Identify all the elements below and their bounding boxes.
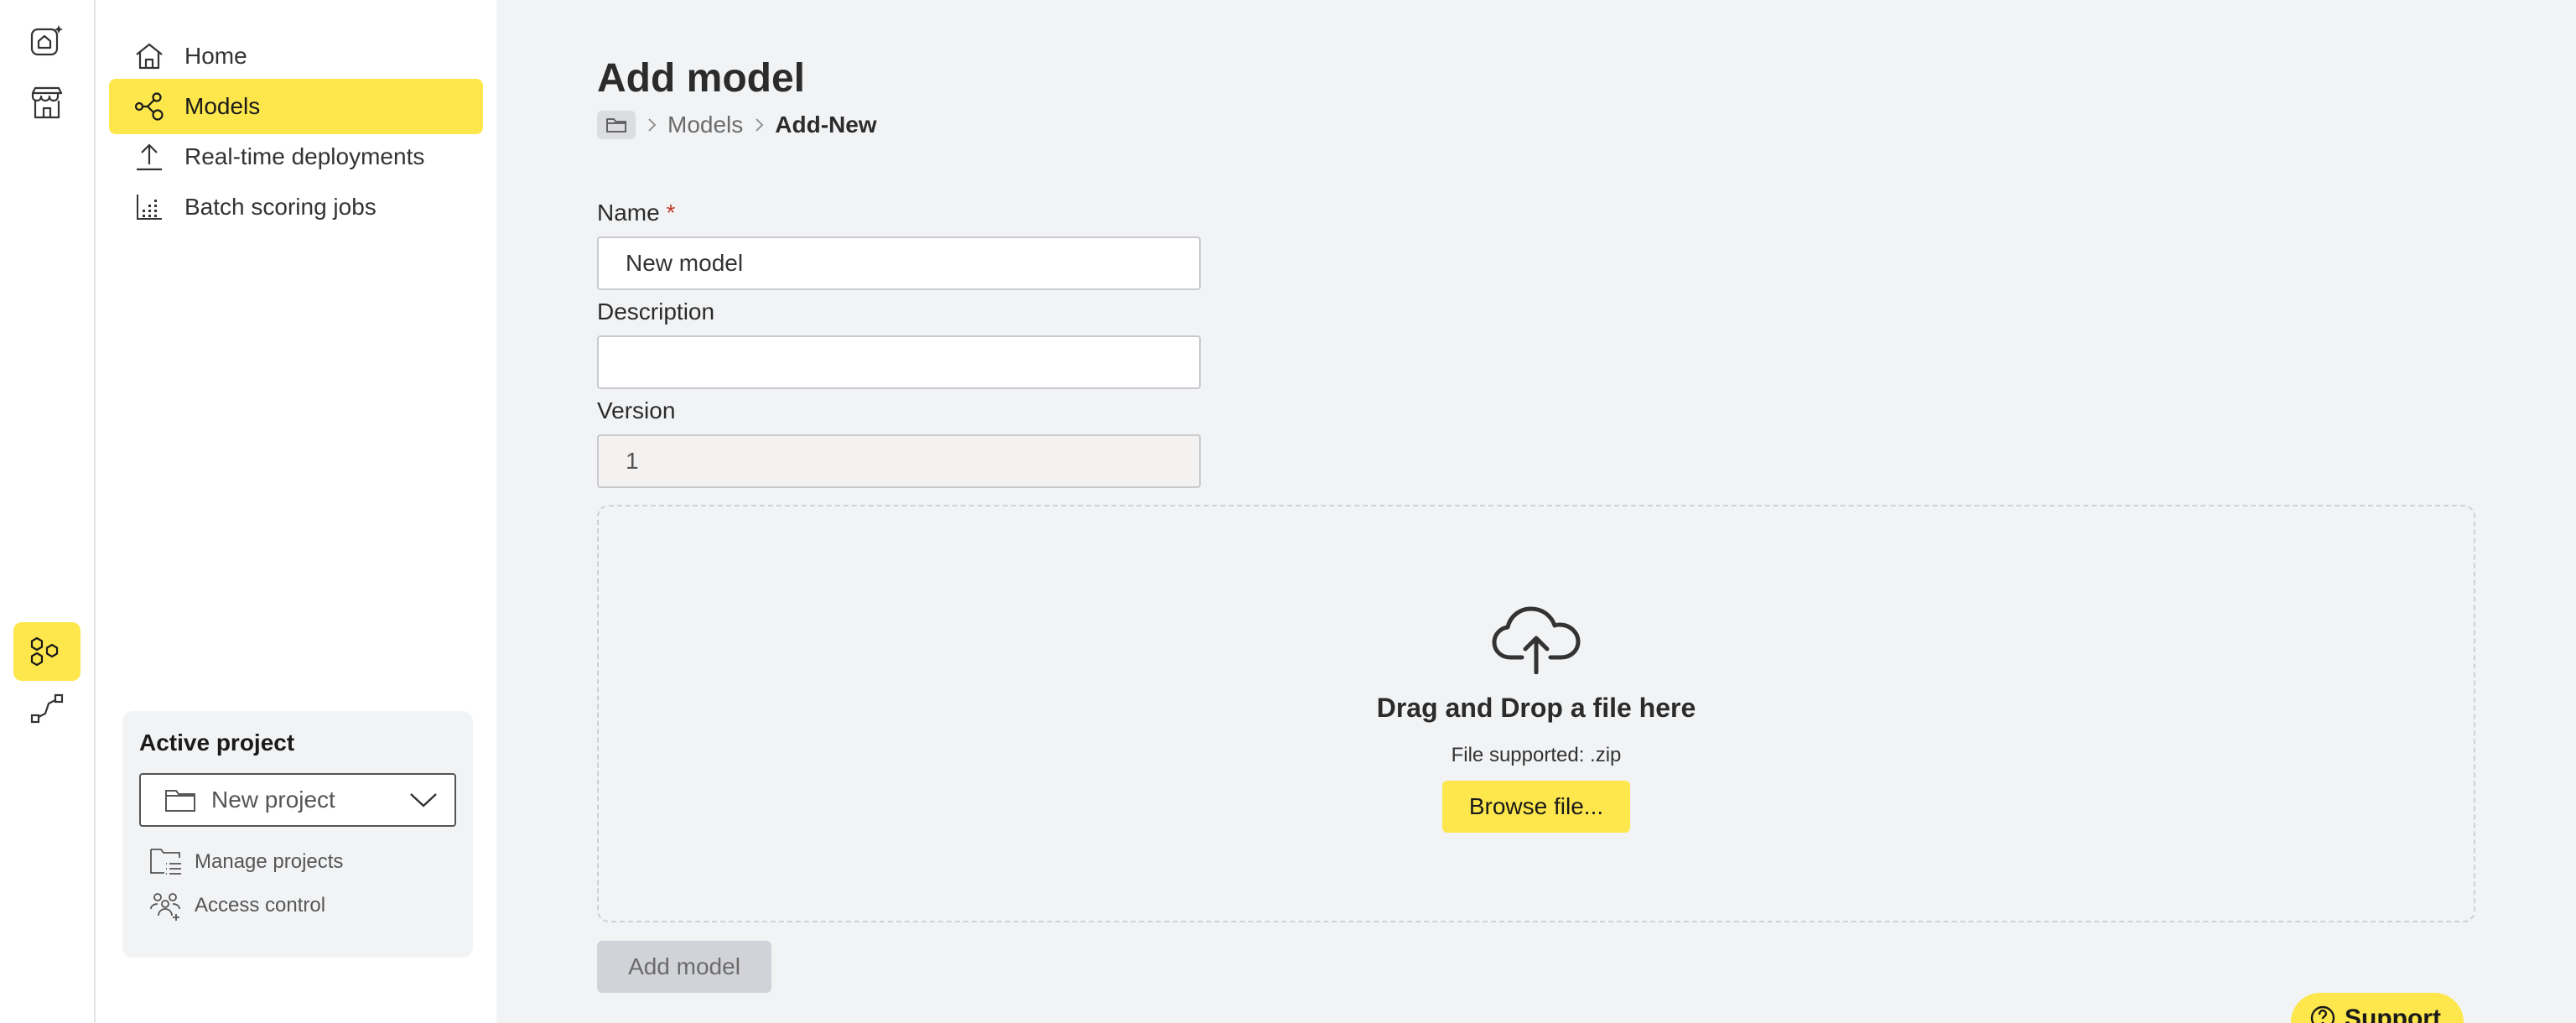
name-label-text: Name [597,200,660,226]
icon-rail [0,0,96,1023]
sidebar-item-models[interactable]: Models [109,79,483,134]
dropzone-title: Drag and Drop a file here [1376,693,1696,723]
rail-models-button[interactable] [13,622,80,681]
storefront-icon [31,86,63,119]
folder-list-icon [150,849,181,875]
breadcrumb-parent[interactable]: Models [667,112,743,138]
main-content: Add model Models Add-New Name * Descript… [496,0,2576,1023]
description-label: Description [597,299,715,325]
cloud-upload-icon [1492,606,1581,674]
name-input[interactable] [597,236,1201,290]
users-icon [150,893,180,921]
pipeline-icon [30,693,64,724]
version-input [597,434,1201,488]
rail-pipeline-button[interactable] [13,679,80,738]
models-icon [132,90,166,123]
sidebar-item-label: Models [184,93,261,119]
access-control-link[interactable]: Access control [149,891,456,921]
sidebar-item-home[interactable]: Home [109,29,483,84]
required-mark: * [666,200,676,226]
browse-file-button[interactable]: Browse file... [1441,781,1631,833]
page-title: Add model [597,56,805,101]
sidebar-item-label: Real-time deployments [184,143,425,169]
home-icon [132,39,166,73]
version-label: Version [597,397,676,423]
batch-chart-icon [132,190,166,224]
support-button[interactable]: Support [2291,993,2464,1023]
manage-projects-label: Manage projects [195,850,344,873]
sidebar: Home Models Real-time deployments Batch … [96,0,496,1023]
folder-icon [165,790,195,812]
upload-icon [132,140,166,174]
rail-store-button[interactable] [13,74,80,132]
breadcrumb-root-button[interactable] [597,111,636,139]
dropzone-subtitle: File supported: .zip [1451,744,1622,766]
chevron-down-icon [410,793,437,807]
rail-home-button[interactable] [13,12,80,70]
file-dropzone[interactable]: Drag and Drop a file here File supported… [597,505,2475,922]
folder-icon [606,118,626,132]
active-project-card: Active project New project Manage projec… [122,711,473,958]
description-input[interactable] [597,335,1201,389]
dropzone-content: Drag and Drop a file here File supported… [599,605,2474,833]
name-label: Name * [597,200,675,226]
breadcrumb: Models Add-New [597,111,877,139]
chevron-right-icon [756,118,764,132]
sidebar-item-label: Batch scoring jobs [184,194,377,220]
help-circle-icon [2310,1005,2335,1023]
sidebar-item-batch-scoring[interactable]: Batch scoring jobs [109,179,483,235]
manage-projects-link[interactable]: Manage projects [149,847,456,877]
project-select[interactable]: New project [139,773,456,827]
sidebar-item-label: Home [184,43,247,69]
project-select-value: New project [211,787,335,813]
active-project-title: Active project [139,730,295,756]
add-model-button[interactable]: Add model [597,941,771,993]
home-sparkle-icon [30,25,63,56]
support-label: Support [2345,1005,2441,1023]
breadcrumb-current: Add-New [775,112,877,138]
access-control-label: Access control [195,894,326,917]
chevron-right-icon [648,118,657,132]
sidebar-item-realtime-deployments[interactable]: Real-time deployments [109,129,483,184]
hexagons-icon [30,636,59,667]
